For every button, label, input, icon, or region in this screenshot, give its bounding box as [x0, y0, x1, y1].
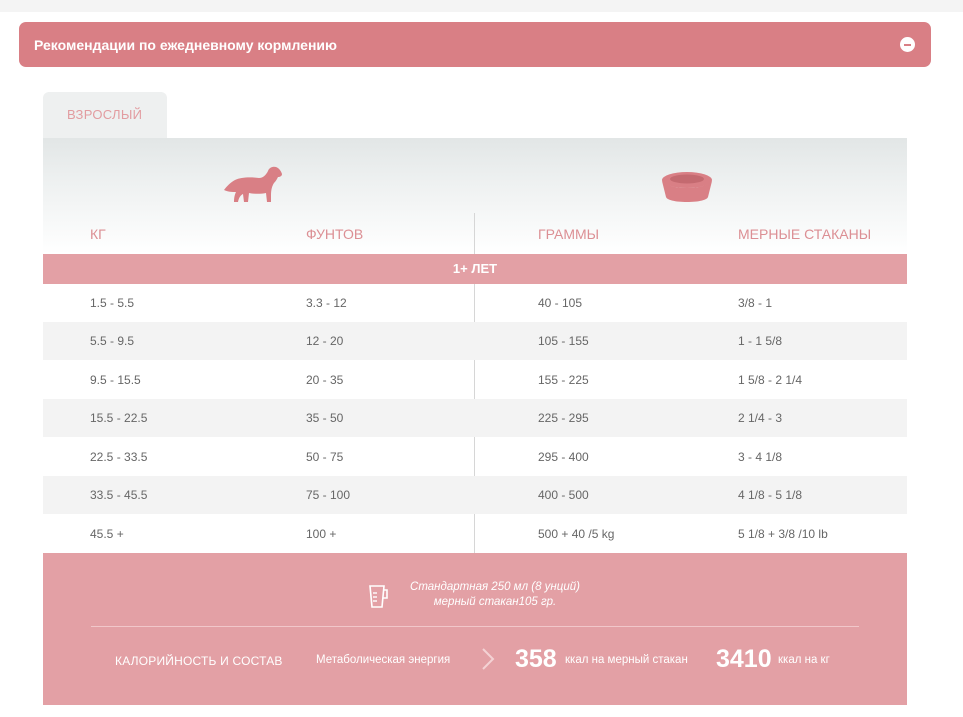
feeding-accordion-header[interactable]: Рекомендации по ежедневному кормлению: [19, 22, 931, 67]
cell-lbs: 20 - 35: [306, 373, 344, 387]
header-grams: ГРАММЫ: [538, 226, 600, 242]
cell-cups: 3/8 - 1: [738, 296, 773, 310]
cell-lbs: 3.3 - 12: [306, 296, 347, 310]
footer-divider: [91, 626, 859, 627]
cell-grams: 155 - 225: [538, 373, 589, 387]
calories-label: КАЛОРИЙНОСТЬ И СОСТАВ: [115, 654, 283, 668]
age-group-bar: 1+ ЛЕТ: [43, 254, 907, 284]
measuring-cup-icon: [369, 585, 388, 608]
food-bowl-icon: [662, 172, 712, 202]
cell-grams: 400 - 500: [538, 488, 589, 502]
table-row: 1.5 - 5.5 3.3 - 12 40 - 105 3/8 - 1: [43, 284, 907, 322]
kcal-per-cup-unit: ккал на мерный стакан: [565, 654, 688, 666]
table-row: 22.5 - 33.5 50 - 75 295 - 400 3 - 4 1/8: [43, 438, 907, 476]
cell-cups: 1 - 1 5/8: [738, 334, 783, 348]
cell-kg: 15.5 - 22.5: [90, 411, 148, 425]
header-kg: КГ: [90, 226, 106, 242]
cell-cups: 1 5/8 - 2 1/4: [738, 373, 803, 387]
cell-kg: 1.5 - 5.5: [90, 296, 135, 310]
cell-kg: 9.5 - 15.5: [90, 373, 141, 387]
calorie-footer: Стандартная 250 мл (8 унций) мерный стак…: [43, 553, 907, 705]
cell-kg: 5.5 - 9.5: [90, 334, 135, 348]
dog-icon: [224, 166, 282, 202]
cell-lbs: 100 +: [306, 527, 337, 541]
energy-label: Метаболическая энергия: [316, 654, 451, 666]
cell-cups: 3 - 4 1/8: [738, 450, 783, 464]
collapse-icon[interactable]: [900, 37, 915, 52]
chevron-right-icon: [482, 648, 495, 670]
top-strip: [0, 0, 963, 12]
accordion-title: Рекомендации по ежедневному кормлению: [34, 36, 337, 53]
cell-lbs: 50 - 75: [306, 450, 344, 464]
age-group-label: 1+ ЛЕТ: [452, 261, 498, 276]
cell-grams: 295 - 400: [538, 450, 589, 464]
table-row: 9.5 - 15.5 20 - 35 155 - 225 1 5/8 - 2 1…: [43, 361, 907, 399]
header-cups: МЕРНЫЕ СТАКАНЫ: [738, 226, 872, 242]
table-row: 45.5 + 100 + 500 + 40 /5 kg 5 1/8 + 3/8 …: [43, 515, 907, 553]
tab-adult-label: ВЗРОСЛЫЙ: [67, 107, 143, 122]
kcal-per-kg-value: 3410: [716, 645, 772, 673]
cell-lbs: 12 - 20: [306, 334, 344, 348]
kcal-per-cup-value: 358: [515, 645, 557, 673]
header-lbs: ФУНТОВ: [306, 226, 364, 242]
cell-kg: 45.5 +: [90, 527, 124, 541]
cell-grams: 40 - 105: [538, 296, 583, 310]
cell-cups: 4 1/8 - 5 1/8: [738, 488, 803, 502]
cell-cups: 2 1/4 - 3: [738, 411, 783, 425]
cell-kg: 33.5 - 45.5: [90, 488, 148, 502]
cell-cups: 5 1/8 + 3/8 /10 lb: [738, 527, 828, 541]
cell-lbs: 35 - 50: [306, 411, 344, 425]
cell-grams: 225 - 295: [538, 411, 589, 425]
cell-lbs: 75 - 100: [306, 488, 351, 502]
cell-kg: 22.5 - 33.5: [90, 450, 148, 464]
cup-note: Стандартная 250 мл (8 унций) мерный стак…: [395, 580, 595, 610]
table-row: 5.5 - 9.5 12 - 20 105 - 155 1 - 1 5/8: [43, 322, 907, 360]
cup-note-line2: мерный стакан105 гр.: [433, 596, 557, 608]
cell-grams: 105 - 155: [538, 334, 589, 348]
table-row: 15.5 - 22.5 35 - 50 225 - 295 2 1/4 - 3: [43, 399, 907, 437]
tab-adult[interactable]: ВЗРОСЛЫЙ: [43, 92, 167, 140]
cup-note-line1: Стандартная 250 мл (8 унций): [410, 581, 580, 593]
cell-grams: 500 + 40 /5 kg: [538, 527, 615, 541]
kcal-per-kg-unit: ккал на кг: [778, 654, 830, 666]
table-row: 33.5 - 45.5 75 - 100 400 - 500 4 1/8 - 5…: [43, 476, 907, 514]
